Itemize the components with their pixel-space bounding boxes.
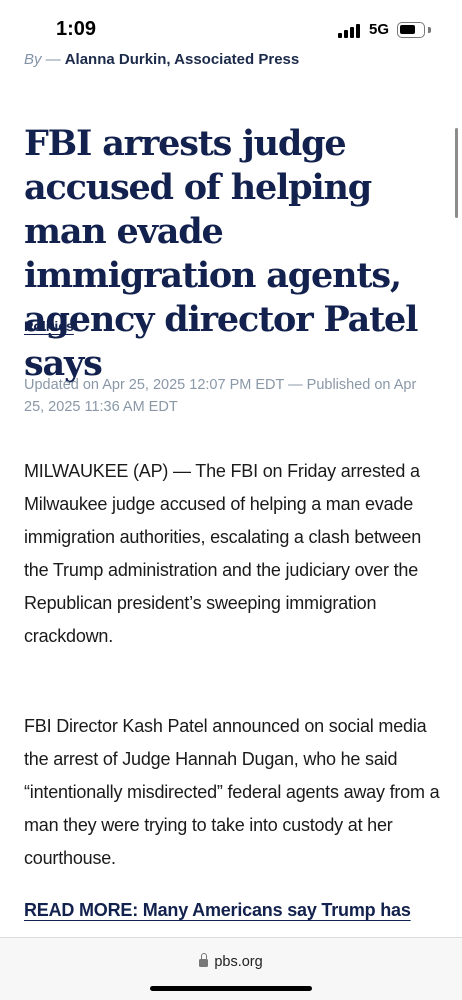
battery-icon — [397, 22, 425, 38]
lock-icon — [199, 953, 209, 967]
article-paragraph-1: MILWAUKEE (AP) — The FBI on Friday arres… — [24, 461, 422, 646]
battery-cap — [428, 27, 431, 33]
scrollbar[interactable] — [455, 128, 458, 218]
network-type: 5G — [369, 21, 390, 38]
article-dateline: Updated on Apr 25, 2025 12:07 PM EDT — P… — [24, 377, 417, 415]
author-link[interactable]: Alanna Durkin, Associated Press — [65, 51, 300, 68]
status-bar: 1:09 5G — [0, 0, 462, 58]
home-indicator[interactable] — [150, 986, 312, 991]
status-time: 1:09 — [56, 18, 97, 40]
byline-prefix: By — — [24, 51, 61, 68]
url-field[interactable]: pbs.org — [0, 953, 462, 970]
url-text: pbs.org — [214, 954, 263, 970]
read-more-link[interactable]: READ MORE: Many Americans say Trump has — [24, 900, 411, 921]
browser-address-bar: pbs.org — [0, 937, 462, 1000]
section-link-politics[interactable]: Politics — [24, 318, 74, 334]
article-headline: FBI arrests judge accused of helping man… — [24, 123, 418, 384]
byline: By — Alanna Durkin, Associated Press — [24, 51, 299, 68]
battery-level — [400, 25, 415, 34]
cellular-signal-icon — [338, 24, 362, 38]
article-paragraph-2: FBI Director Kash Patel announced on soc… — [24, 716, 440, 868]
